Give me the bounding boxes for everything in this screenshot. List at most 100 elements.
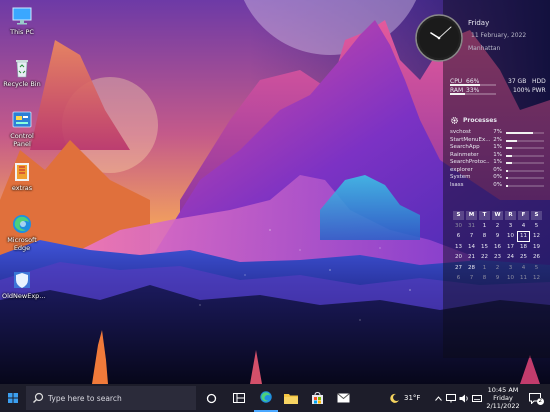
calendar-day: 25 bbox=[520, 254, 527, 260]
process-row: SearchApp 1% bbox=[450, 144, 546, 151]
speaker-icon bbox=[459, 394, 468, 402]
windows-logo-icon bbox=[8, 393, 18, 403]
widget-panel-icon bbox=[233, 393, 245, 403]
calendar-day: 24 bbox=[507, 254, 514, 260]
desktop-icon-this-pc[interactable]: This PC bbox=[2, 6, 42, 36]
task-view-button[interactable] bbox=[200, 384, 222, 412]
desktop-icon-extras[interactable]: extras bbox=[2, 162, 42, 192]
monitor-icon bbox=[11, 6, 33, 26]
ram-bar bbox=[450, 93, 496, 95]
recycle-bin-icon bbox=[11, 58, 33, 78]
process-name: svchost bbox=[450, 129, 472, 135]
search-placeholder: Type here to search bbox=[48, 393, 122, 403]
desktop-icon-label: This PC bbox=[10, 28, 34, 36]
disk-size: 37 GB bbox=[508, 78, 527, 85]
calendar-day: 5 bbox=[534, 222, 539, 229]
calendar-day: 7 bbox=[469, 275, 474, 281]
calendar-grid: S M T W R F S 30 31 1 2 3 4 5 6 7 8 9 10 11 12 13 14 15 16 17 18 19… bbox=[452, 210, 544, 284]
process-row: StartMenuEx... 2% bbox=[450, 137, 546, 144]
start-button[interactable] bbox=[2, 384, 24, 412]
calendar-day: 28 bbox=[468, 264, 475, 271]
calendar-day: 1 bbox=[482, 222, 487, 229]
taskbar: Type here to search 31°F 10:45 AM Friday… bbox=[0, 384, 550, 412]
process-name: Rainmeter bbox=[450, 151, 479, 158]
process-name: explorer bbox=[450, 166, 473, 173]
mail-icon bbox=[336, 393, 350, 403]
process-usage-bar bbox=[506, 154, 544, 157]
calendar-day: 19 bbox=[533, 243, 540, 250]
process-percent: 0% bbox=[493, 174, 502, 180]
process-percent: 1% bbox=[493, 144, 502, 150]
calendar-day: 18 bbox=[520, 243, 527, 250]
calendar-day: 4 bbox=[521, 222, 526, 229]
calendar-day: 12 bbox=[533, 233, 540, 239]
calendar-weekday: S bbox=[531, 211, 542, 220]
process-percent: 0% bbox=[493, 181, 502, 188]
calendar-day: 2 bbox=[495, 264, 500, 271]
calendar-day: 8 bbox=[482, 275, 487, 281]
calendar-day: 4 bbox=[521, 264, 526, 271]
process-name: SearchApp bbox=[450, 144, 480, 150]
taskbar-time: 10:45 AM bbox=[487, 386, 519, 394]
clock-button[interactable]: 10:45 AM Friday 2/11/2022 bbox=[485, 384, 521, 412]
calendar-weekday: F bbox=[518, 211, 529, 220]
store-icon bbox=[311, 391, 323, 404]
calendar-day: 14 bbox=[468, 243, 475, 250]
widgets-button[interactable] bbox=[228, 384, 250, 412]
taskbar-mail-button[interactable] bbox=[332, 384, 354, 412]
process-usage-bar bbox=[506, 139, 544, 142]
notifications-button[interactable]: 2 bbox=[524, 384, 546, 412]
process-row: explorer 0% bbox=[450, 167, 546, 174]
desktop-icon-recycle-bin[interactable]: Recycle Bin bbox=[2, 58, 42, 88]
calendar-day: 11 bbox=[520, 275, 527, 281]
desktop-icon-microsoft-edge[interactable]: Microsoft Edge bbox=[2, 214, 42, 252]
process-name: lsass bbox=[450, 181, 464, 188]
volume-button[interactable] bbox=[458, 384, 470, 412]
calendar-day: 3 bbox=[508, 222, 513, 229]
weather-button[interactable]: 31°F bbox=[390, 384, 430, 412]
taskbar-store-button[interactable] bbox=[306, 384, 328, 412]
taskbar-file-explorer-button[interactable] bbox=[280, 384, 302, 412]
calendar-day: 15 bbox=[481, 243, 488, 250]
calendar-day: 6 bbox=[456, 275, 461, 281]
edge-icon bbox=[260, 391, 272, 403]
taskbar-edge-button[interactable] bbox=[254, 384, 278, 412]
folder-archive-icon bbox=[11, 162, 33, 182]
desktop-icon-label: OldNewExp... bbox=[2, 292, 46, 300]
calendar-day: 23 bbox=[494, 254, 501, 260]
task-view-icon bbox=[206, 393, 216, 403]
power-label: PWR bbox=[532, 87, 546, 94]
desktop-icon-oldnewexplorer[interactable]: OldNewExp... bbox=[2, 270, 46, 300]
desktop-icon-label: Recycle Bin bbox=[3, 80, 41, 88]
process-usage-bar bbox=[506, 184, 544, 187]
process-name: StartMenuEx... bbox=[450, 136, 490, 143]
process-usage-bar bbox=[506, 177, 544, 179]
calendar-day-today: 11 bbox=[517, 231, 530, 242]
calendar-day: 30 bbox=[455, 222, 462, 229]
calendar-weekday: M bbox=[466, 211, 477, 220]
network-button[interactable] bbox=[445, 384, 457, 412]
show-hidden-icons-button[interactable] bbox=[432, 384, 444, 412]
search-icon bbox=[33, 392, 44, 403]
power-value: 100% bbox=[513, 87, 531, 94]
desktop-icon-control-panel[interactable]: Control Panel bbox=[2, 110, 42, 148]
taskbar-date: 2/11/2022 bbox=[486, 402, 520, 410]
gear-icon bbox=[451, 117, 458, 124]
process-percent: 2% bbox=[493, 136, 502, 143]
clock-location: Manhattan bbox=[468, 45, 501, 52]
calendar-day: 5 bbox=[534, 264, 539, 271]
calendar-day: 26 bbox=[533, 254, 540, 260]
desktop-icon-label: Microsoft Edge bbox=[7, 236, 37, 252]
calendar-day: 9 bbox=[495, 233, 500, 239]
edge-icon bbox=[11, 214, 33, 234]
processes-title: Processes bbox=[463, 117, 497, 124]
input-indicator-button[interactable] bbox=[471, 384, 483, 412]
search-box[interactable]: Type here to search bbox=[26, 386, 196, 410]
calendar-day: 2 bbox=[495, 222, 500, 229]
calendar-widget: S M T W R F S 30 31 1 2 3 4 5 6 7 8 9 10 11 12 13 14 15 16 17 18 19… bbox=[452, 210, 544, 284]
shield-icon bbox=[11, 270, 33, 290]
process-row: svchost 7% bbox=[450, 129, 546, 136]
calendar-day: 21 bbox=[468, 254, 475, 260]
calendar-day: 27 bbox=[455, 264, 462, 271]
calendar-weekday: W bbox=[492, 211, 503, 220]
